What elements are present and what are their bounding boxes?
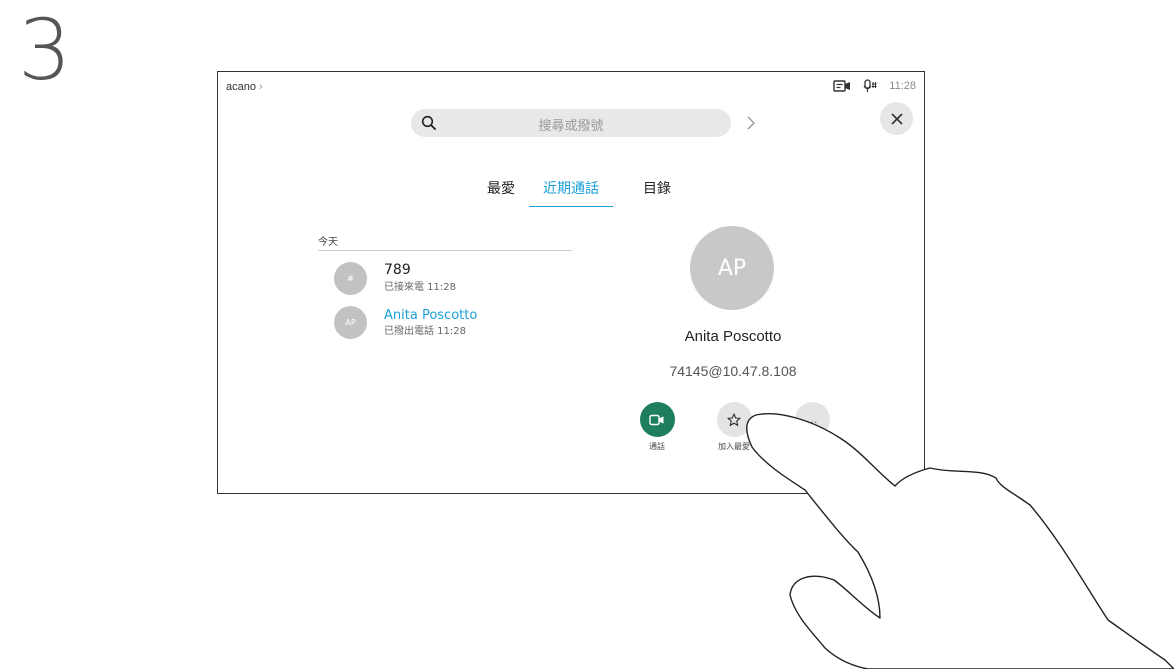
search-placeholder: 搜尋或撥號 (538, 119, 604, 134)
add-favorite-button[interactable]: 加入最愛 (704, 402, 764, 452)
list-item-detail: 已接來電 11:28 (384, 282, 456, 293)
list-item-name: Anita Poscotto (384, 308, 478, 323)
chevron-right-icon: › (258, 81, 263, 93)
status-bar: 11:28 (833, 79, 916, 93)
tab-favorites[interactable]: 最愛 (487, 178, 515, 206)
call-button-circle[interactable] (639, 402, 675, 437)
list-item-name: 789 (384, 262, 411, 278)
list-item-detail: 已撥出電話 11:28 (384, 326, 466, 337)
contact-name: Anita Poscotto (684, 328, 782, 345)
step-number: 3 (18, 1, 72, 99)
close-button[interactable] (880, 102, 913, 135)
add-favorite-circle[interactable] (716, 402, 752, 437)
tab-directory[interactable]: 目錄 (643, 178, 671, 206)
video-call-icon (649, 414, 664, 425)
more-button[interactable]: … (782, 402, 842, 437)
camera-status-icon[interactable] (833, 80, 851, 92)
avatar: AP (334, 306, 367, 339)
section-header: 今天 (318, 233, 572, 251)
avatar: # (334, 262, 367, 295)
close-icon (890, 112, 903, 125)
call-label: 通話 (649, 442, 665, 451)
touch-panel-screen: acano › 11:28 搜尋或撥號 最愛 近期通話 目錄 今天 # 789 已… (217, 71, 925, 494)
star-icon (727, 412, 741, 426)
clock: 11:28 (889, 80, 916, 92)
add-favorite-label: 加入最愛 (718, 442, 750, 451)
call-button[interactable]: 通話 (627, 402, 687, 452)
contact-address: 74145@10.47.8.108 (669, 363, 797, 379)
more-icon: … (806, 413, 818, 426)
search-input[interactable]: 搜尋或撥號 (411, 109, 731, 137)
breadcrumb-label: acano (226, 81, 256, 93)
microphone-status-icon[interactable] (863, 79, 877, 93)
breadcrumb[interactable]: acano › (226, 81, 263, 93)
tab-bar: 最愛 近期通話 目錄 (218, 178, 924, 208)
chevron-right-icon[interactable] (746, 115, 756, 134)
contact-avatar: AP (690, 226, 774, 310)
more-button-circle[interactable]: … (794, 402, 830, 437)
tab-recents[interactable]: 近期通話 (529, 178, 613, 207)
